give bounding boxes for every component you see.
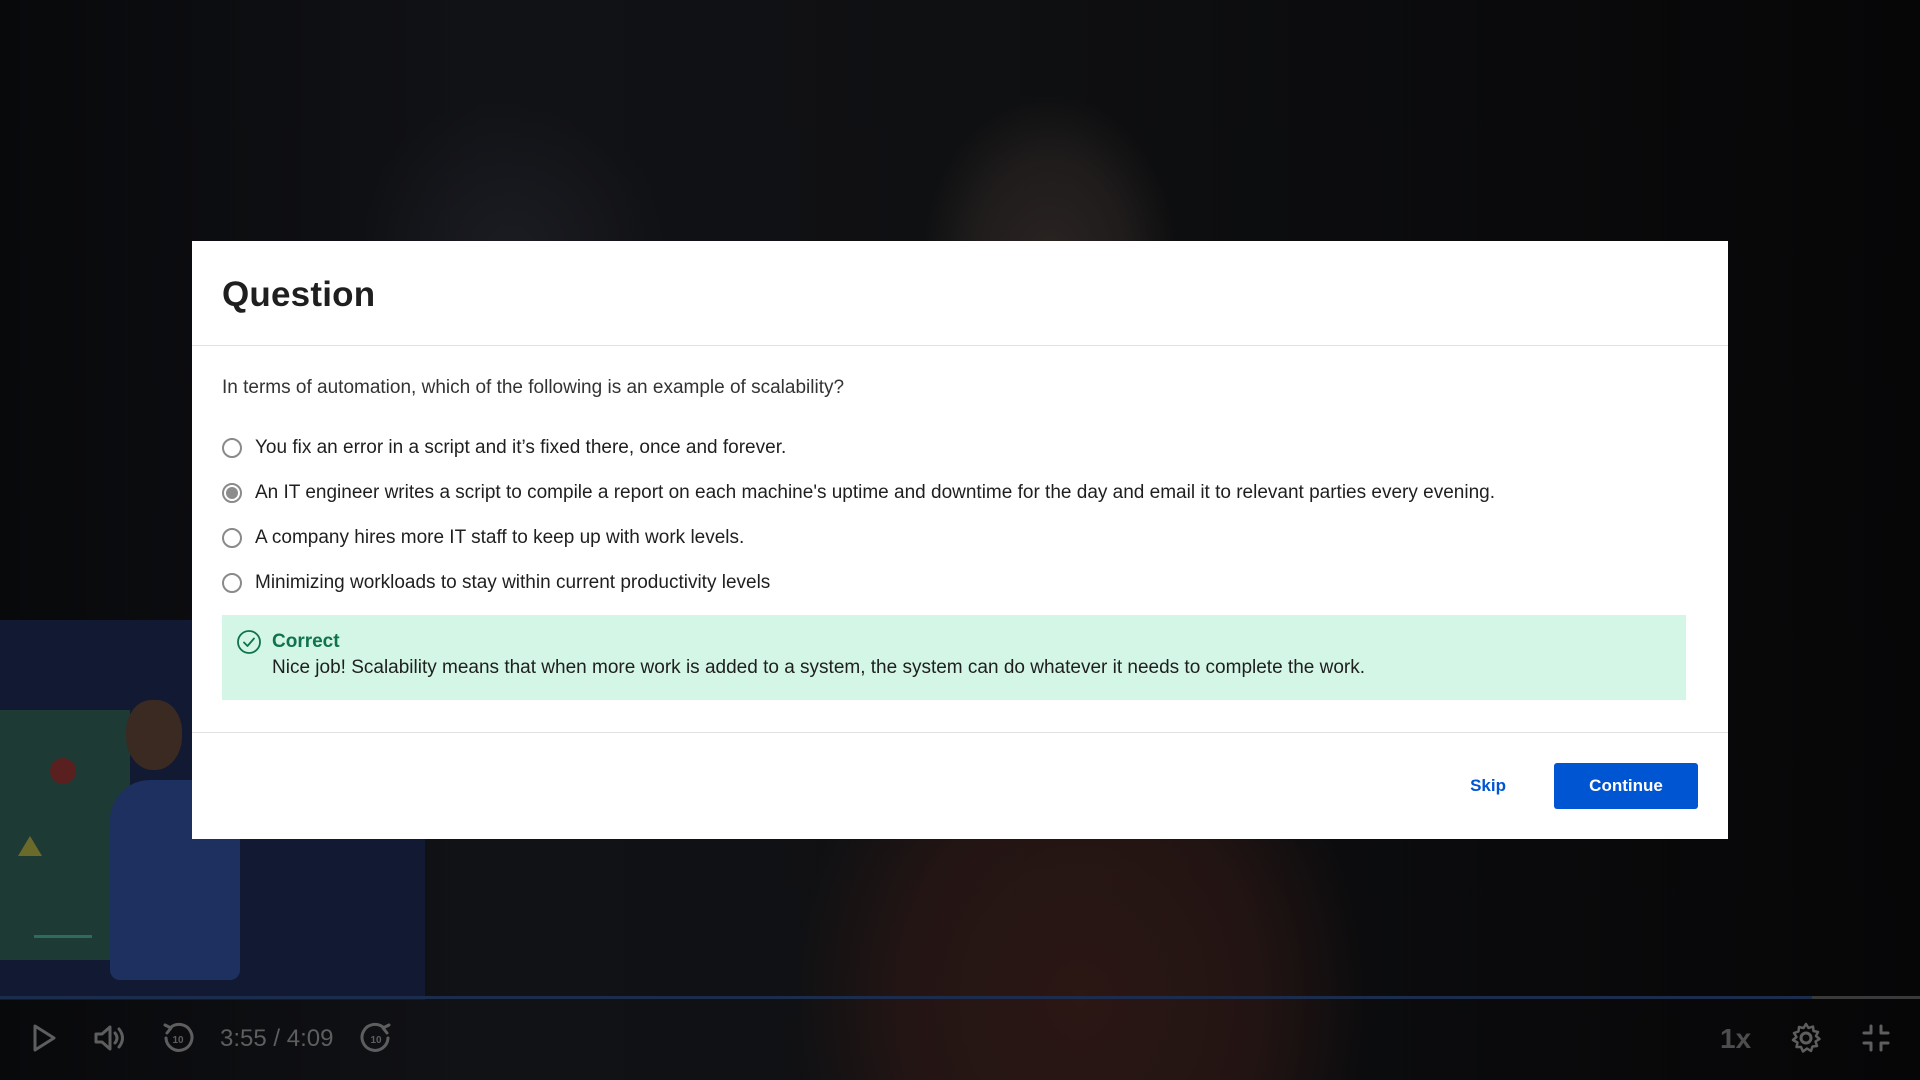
dialog-body: In terms of automation, which of the fol… xyxy=(192,346,1728,733)
radio-button-selected[interactable] xyxy=(222,482,242,503)
forward-10-button[interactable]: 10 xyxy=(356,1017,396,1059)
skip-button[interactable]: Skip xyxy=(1470,776,1506,796)
feedback-message: Nice job! Scalability means that when mo… xyxy=(272,657,1366,678)
svg-text:10: 10 xyxy=(172,1035,184,1046)
feedback-content: Correct Nice job! Scalability means that… xyxy=(272,629,1365,681)
feedback-status: Correct xyxy=(272,631,340,652)
player-control-bar: 10 3:55 / 4:09 10 1x xyxy=(0,999,1920,1080)
dialog-title: Question xyxy=(222,275,376,314)
svg-text:10: 10 xyxy=(370,1035,382,1046)
answer-option-label: A company hires more IT staff to keep up… xyxy=(255,526,745,548)
feedback-banner: Correct Nice job! Scalability means that… xyxy=(222,615,1686,700)
time-display: 3:55 / 4:09 xyxy=(220,1025,334,1052)
whiteboard-triangle-shape xyxy=(18,836,42,856)
rewind-10-button[interactable]: 10 xyxy=(158,1017,198,1059)
video-player: Question In terms of automation, which o… xyxy=(0,0,1920,1080)
play-button[interactable] xyxy=(24,1017,64,1059)
answer-option-label: An IT engineer writes a script to compil… xyxy=(255,481,1495,503)
radio-button[interactable] xyxy=(222,437,242,458)
exit-fullscreen-button[interactable] xyxy=(1856,1017,1896,1059)
rewind-10-icon: 10 xyxy=(163,1022,194,1052)
playback-speed-button[interactable]: 1x xyxy=(1720,1023,1751,1055)
dialog-header: Question xyxy=(192,241,1728,346)
exit-fullscreen-icon xyxy=(1862,1024,1890,1052)
radio-button[interactable] xyxy=(222,572,242,593)
check-circle-icon xyxy=(237,630,261,654)
play-icon xyxy=(33,1024,56,1052)
volume-button[interactable] xyxy=(88,1017,132,1059)
whiteboard-line-shape xyxy=(34,935,92,938)
question-dialog: Question In terms of automation, which o… xyxy=(192,241,1728,839)
continue-button[interactable]: Continue xyxy=(1554,763,1698,809)
answer-option-label: Minimizing workloads to stay within curr… xyxy=(255,571,771,593)
forward-10-icon: 10 xyxy=(360,1022,391,1052)
radio-selected-dot xyxy=(226,486,238,499)
cartoon-figure-head xyxy=(126,700,182,770)
answer-option-1[interactable]: You fix an error in a script and it’s fi… xyxy=(222,425,1698,470)
answer-option-2[interactable]: An IT engineer writes a script to compil… xyxy=(222,470,1698,515)
volume-icon xyxy=(94,1025,124,1051)
answer-option-label: You fix an error in a script and it’s fi… xyxy=(255,436,787,458)
settings-button[interactable] xyxy=(1786,1017,1826,1059)
gear-icon xyxy=(1791,1022,1821,1053)
answer-option-3[interactable]: A company hires more IT staff to keep up… xyxy=(222,515,1698,560)
whiteboard-circle-shape xyxy=(50,758,76,784)
dialog-footer: Skip Continue xyxy=(192,733,1728,839)
radio-button[interactable] xyxy=(222,527,242,548)
question-prompt: In terms of automation, which of the fol… xyxy=(222,377,845,398)
answer-option-4[interactable]: Minimizing workloads to stay within curr… xyxy=(222,560,1698,605)
